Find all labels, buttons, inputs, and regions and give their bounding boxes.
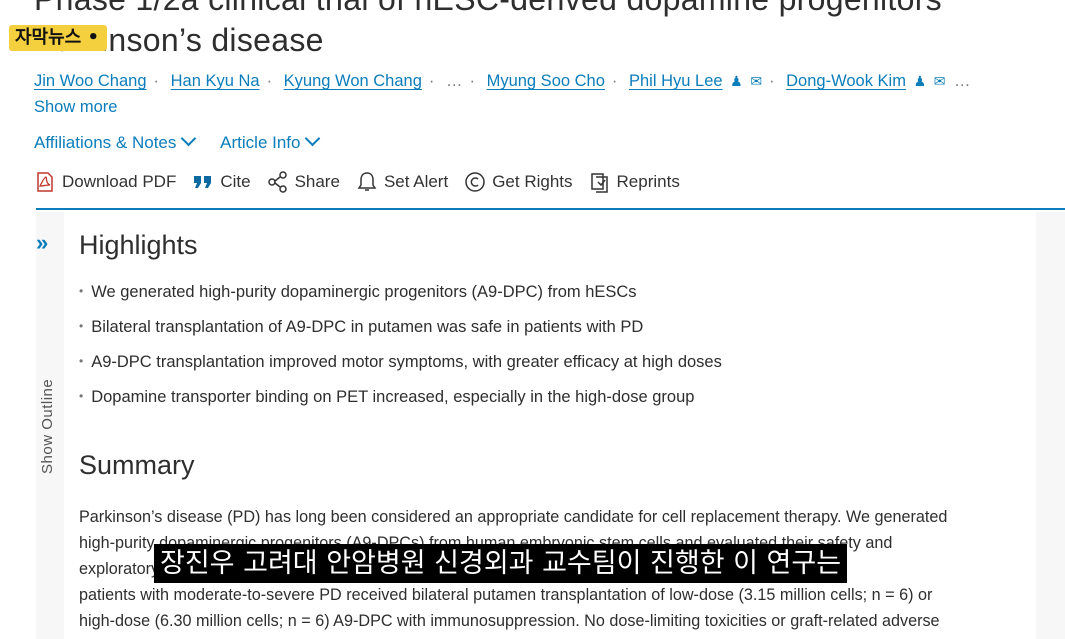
bullet-icon: • — [79, 389, 84, 403]
list-item: • We generated high-purity dopaminergic p… — [79, 283, 722, 318]
author-link[interactable]: Han Kyu Na — [171, 72, 260, 90]
affiliations-label: Affiliations & Notes — [34, 133, 177, 152]
double-chevron-right-icon[interactable]: » — [36, 230, 48, 256]
bullet-icon: • — [79, 319, 84, 333]
copyright-icon — [465, 172, 485, 192]
get-rights-button[interactable]: Get Rights — [464, 171, 573, 193]
list-item: • A9-DPC transplantation improved motor s… — [79, 353, 722, 388]
cite-label: Cite — [220, 172, 251, 191]
highlight-text: Dopamine transporter binding on PET incr… — [91, 388, 695, 406]
pdf-icon — [37, 172, 53, 192]
video-subtitle: 장진우 고려대 안암병원 신경외과 교수팀이 진행한 이 연구는 — [154, 544, 848, 583]
highlight-text: We generated high-purity dopaminergic pr… — [91, 283, 637, 301]
author-link[interactable]: Jin Woo Chang — [34, 72, 147, 90]
article-title-line-1: Phase 1/2a clinical trial of hESC-derive… — [34, 0, 942, 18]
summary-line: Parkinson’s disease (PD) has long been c… — [79, 508, 948, 526]
highlights-list: • We generated high-purity dopaminergic p… — [79, 283, 722, 423]
highlight-text: Bilateral transplantation of A9-DPC in p… — [91, 318, 644, 336]
author-ellipsis[interactable]: … — [954, 72, 971, 90]
article-toolbar: Download PDF Cite Share Set Alert Get Ri… — [34, 171, 696, 193]
share-icon — [267, 171, 287, 193]
right-side-panel — [1036, 212, 1065, 639]
summary-line: high-dose (6.30 million cells; n = 6) A9… — [79, 612, 940, 630]
chevron-down-icon — [181, 130, 197, 147]
list-item: • Bilateral transplantation of A9-DPC in … — [79, 318, 722, 353]
email-icon[interactable]: ✉ — [934, 73, 946, 89]
set-alert-button[interactable]: Set Alert — [356, 171, 448, 193]
bullet-icon: • — [79, 284, 84, 298]
person-icon: ♟ — [730, 73, 743, 89]
highlight-text: A9-DPC transplantation improved motor sy… — [91, 353, 722, 371]
reprints-button[interactable]: Reprints — [589, 171, 680, 193]
set-alert-label: Set Alert — [383, 172, 449, 191]
author-link[interactable]: Myung Soo Cho — [487, 72, 605, 90]
author-list: Jin Woo Chang · Han Kyu Na · Kyung Won Cha… — [34, 72, 971, 90]
author-link[interactable]: Kyung Won Chang — [284, 72, 422, 90]
get-rights-label: Get Rights — [492, 172, 573, 191]
show-more-link[interactable]: Show more — [34, 98, 117, 117]
article-info-label: Article Info — [220, 133, 301, 152]
author-ellipsis[interactable]: … — [446, 72, 463, 90]
outline-sidebar[interactable]: » Show Outline — [36, 212, 64, 639]
person-icon: ♟ — [913, 73, 927, 89]
reprints-label: Reprints — [616, 172, 680, 191]
article-meta-links: Affiliations & Notes Article Info — [34, 130, 340, 153]
article-info-toggle[interactable]: Article Info — [220, 130, 321, 152]
toolbar-divider — [36, 208, 1065, 210]
download-pdf-button[interactable]: Download PDF — [34, 171, 176, 193]
affiliations-toggle[interactable]: Affiliations & Notes — [34, 130, 197, 152]
cite-button[interactable]: Cite — [192, 172, 251, 192]
highlights-heading: Highlights — [79, 230, 198, 260]
download-pdf-label: Download PDF — [62, 172, 177, 191]
email-icon[interactable]: ✉ — [750, 73, 762, 89]
share-label: Share — [294, 172, 340, 191]
author-link[interactable]: Dong-Wook Kim — [786, 72, 906, 90]
author-link[interactable]: Phil Hyu Lee — [629, 72, 723, 90]
summary-heading: Summary — [79, 450, 195, 480]
bell-icon — [357, 172, 377, 191]
list-item: • Dopamine transporter binding on PET inc… — [79, 388, 722, 423]
reprints-icon — [590, 173, 608, 193]
news-badge: 자막뉴스 • — [9, 25, 108, 51]
show-outline-label[interactable]: Show Outline — [39, 379, 56, 474]
bullet-icon: • — [79, 354, 84, 368]
chevron-down-icon — [305, 130, 321, 147]
quote-icon — [194, 176, 212, 188]
share-button[interactable]: Share — [267, 171, 340, 193]
summary-line: patients with moderate-to-severe PD rece… — [79, 586, 933, 604]
